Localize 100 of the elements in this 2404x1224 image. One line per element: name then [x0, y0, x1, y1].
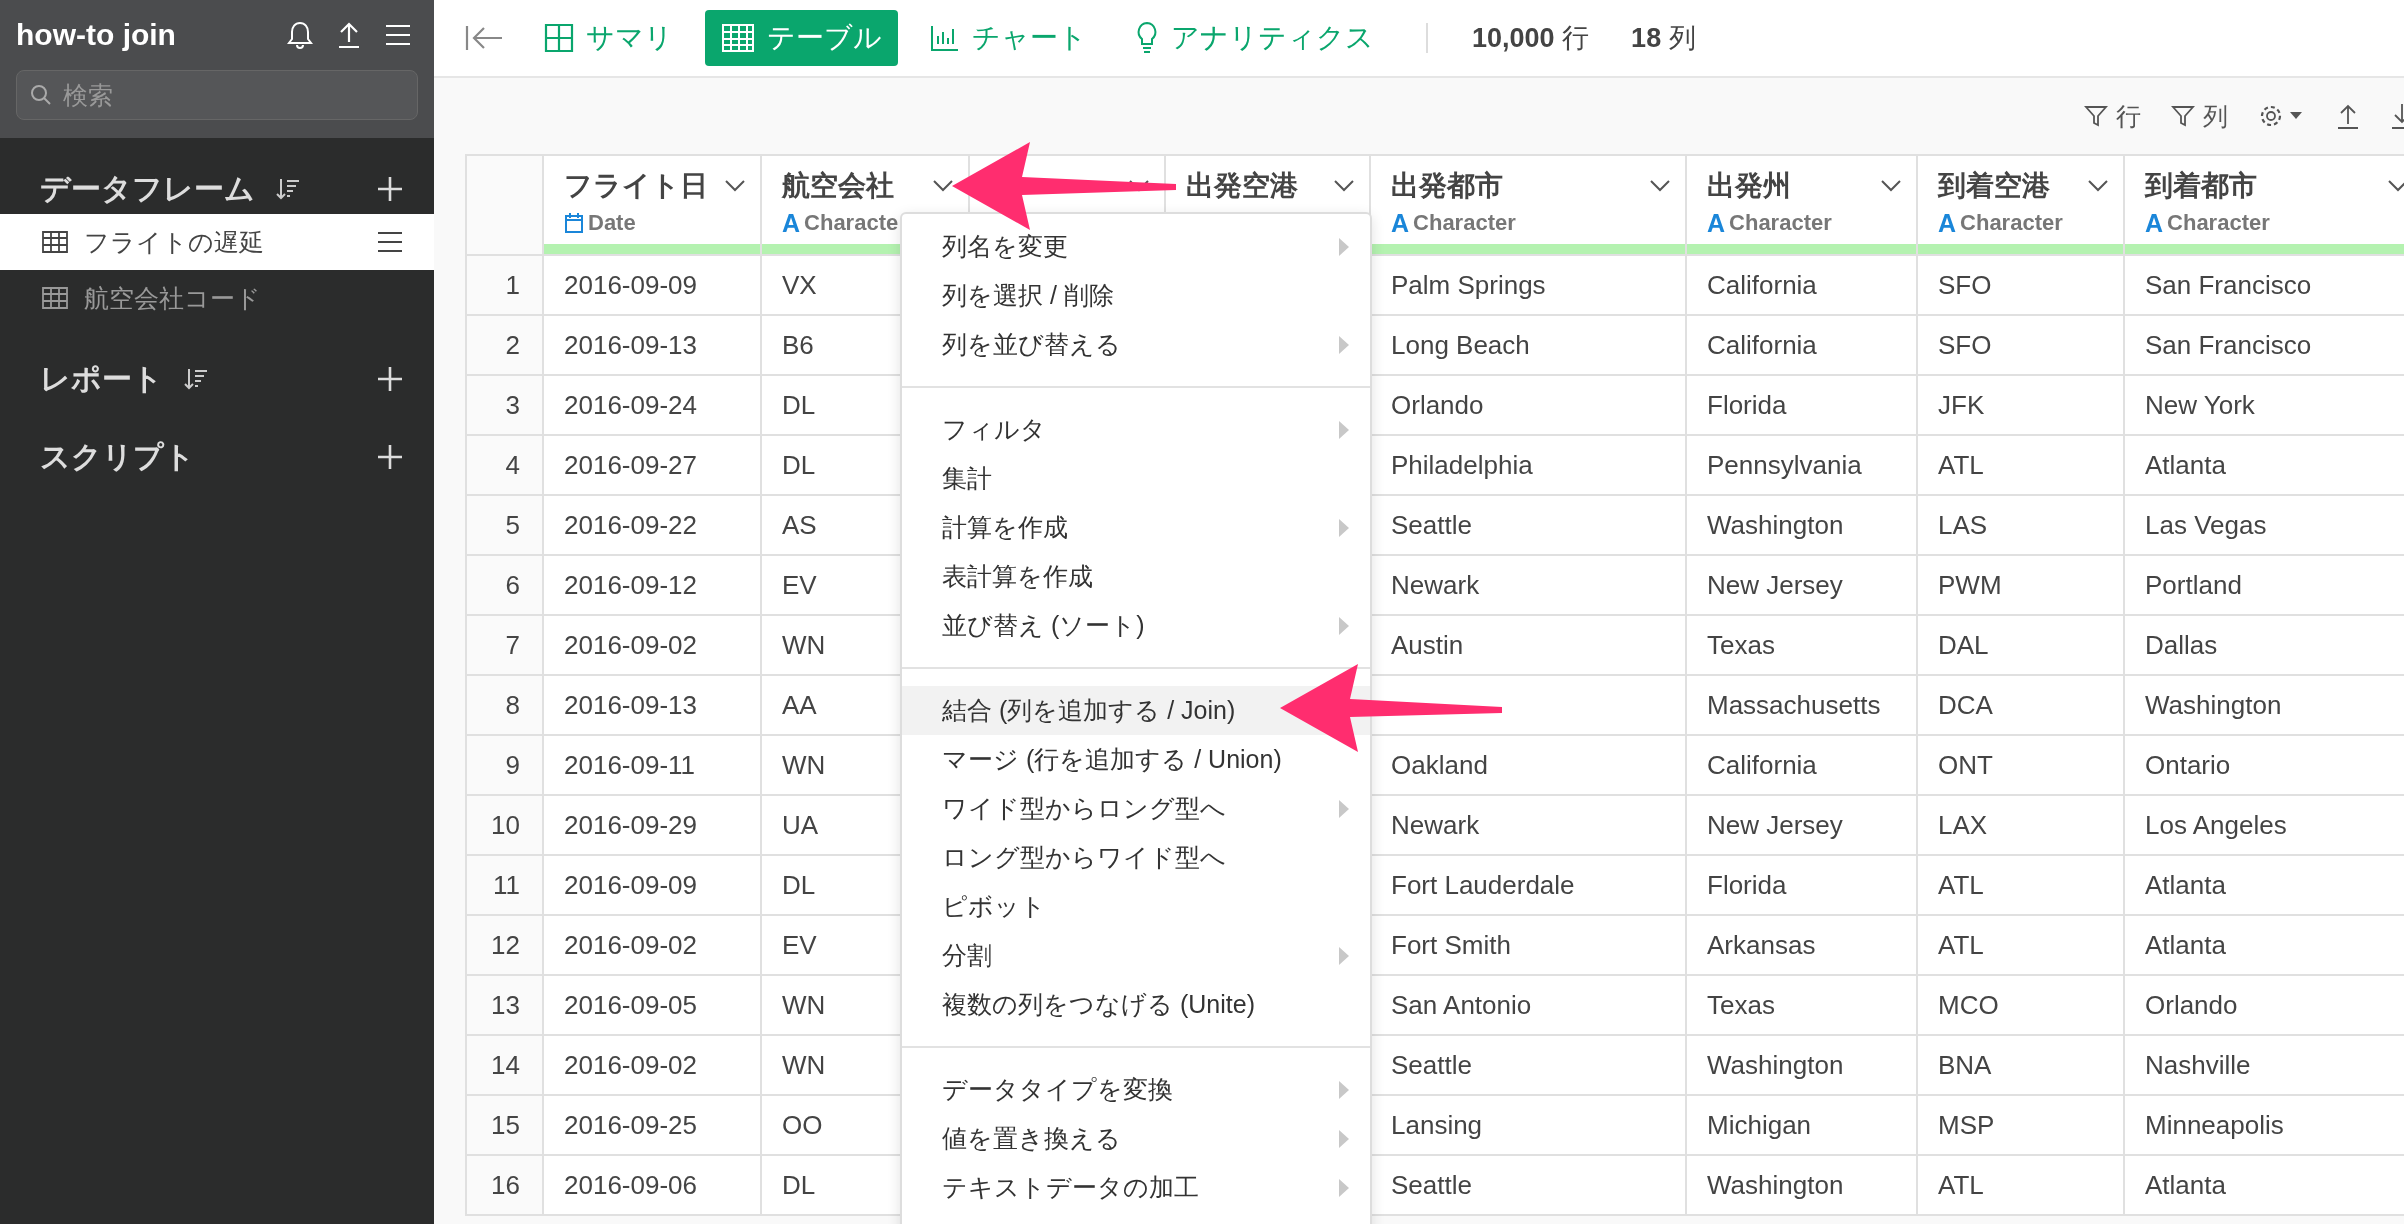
table-cell: Orlando	[1391, 389, 1484, 420]
table-cell: Washington	[1707, 509, 1844, 540]
search-icon	[30, 84, 52, 106]
count-label: 10,000 行	[1472, 22, 1590, 55]
table-cell: AA	[782, 689, 817, 720]
table-cell: DCA	[1938, 689, 1993, 720]
row-number: 11	[493, 869, 520, 900]
table-cell: California	[1707, 269, 1817, 300]
dataframe-item[interactable]: 航空会社コード	[0, 270, 434, 326]
column-type: Character	[1413, 210, 1516, 236]
table-cell: Washington	[2145, 689, 2282, 720]
table-cell: New Jersey	[1707, 809, 1843, 840]
table-cell: AS	[782, 509, 817, 540]
table-cell: Austin	[1391, 629, 1464, 660]
menu-item[interactable]: ワイド型からロング型へ	[902, 784, 1370, 833]
caret-icon[interactable]	[724, 179, 746, 193]
menu-item[interactable]: 値を置き換える	[902, 1114, 1370, 1163]
sort-icon[interactable]	[183, 366, 209, 392]
row-number: 10	[491, 809, 520, 840]
table-cell: 2016-09-27	[564, 449, 697, 480]
menu-item[interactable]: 列を並び替える	[902, 320, 1370, 369]
menu-item[interactable]: ピボット	[902, 882, 1370, 931]
caret-icon[interactable]	[2387, 179, 2404, 193]
table-cell: Newark	[1391, 569, 1480, 600]
caret-icon[interactable]	[1333, 179, 1355, 193]
table-cell: DL	[782, 389, 816, 420]
upload-icon[interactable]	[336, 20, 362, 50]
table-cell: Seattle	[1391, 509, 1472, 540]
table-cell: LAS	[1938, 509, 1988, 540]
row-number: 13	[491, 989, 520, 1020]
search-field[interactable]: 検索	[16, 70, 418, 120]
row-number: 8	[505, 689, 520, 720]
filter-icon	[2171, 104, 2195, 128]
column-header: 出発都市	[1391, 169, 1503, 203]
table-cell: Newark	[1391, 809, 1480, 840]
menu-item[interactable]: テキストデータの加工	[902, 1163, 1370, 1212]
table-cell: DL	[782, 449, 816, 480]
table-cell: Las Vegas	[2145, 509, 2267, 540]
caret-icon[interactable]	[1649, 179, 1671, 193]
menu-item[interactable]: マージ (行を追加する / Union)	[902, 735, 1370, 784]
menu-item[interactable]: 計算を作成	[902, 503, 1370, 552]
table-icon	[42, 287, 68, 309]
table-cell: Palm Springs	[1391, 269, 1546, 300]
row-number: 5	[505, 509, 520, 540]
sort-icon[interactable]	[275, 176, 301, 202]
lightbulb-icon	[1135, 21, 1159, 55]
row-number: 3	[505, 389, 520, 420]
menu-item[interactable]: 集計	[902, 454, 1370, 503]
filter-button[interactable]: 列	[2171, 99, 2228, 133]
table-cell: MSP	[1938, 1109, 1995, 1140]
table-cell: MCO	[1938, 989, 1999, 1020]
calendar-icon	[564, 212, 584, 234]
table-cell: Portland	[2145, 569, 2242, 600]
column-type: Characte	[804, 210, 899, 236]
table-cell: 2016-09-02	[564, 629, 697, 660]
table-cell: 2016-09-13	[564, 329, 697, 360]
dataframe-item[interactable]: フライトの遅延	[0, 214, 434, 270]
row-number: 15	[491, 1109, 520, 1140]
menu-item[interactable]: ロング型からワイド型へ	[902, 833, 1370, 882]
table-cell: Fort Lauderdale	[1391, 869, 1575, 900]
table-cell: WN	[782, 629, 826, 660]
caret-icon[interactable]	[1880, 179, 1902, 193]
column-type: Date	[588, 210, 636, 236]
row-number: 6	[505, 569, 520, 600]
table-cell: Oakland	[1391, 749, 1488, 780]
caret-icon[interactable]	[2087, 179, 2109, 193]
table-cell: DAL	[1938, 629, 1989, 660]
filter-button[interactable]: 行	[2084, 99, 2141, 133]
add-icon[interactable]	[376, 175, 404, 203]
menu-item[interactable]: フィルタ	[902, 405, 1370, 454]
menu-item[interactable]: 並び替え (ソート)	[902, 601, 1370, 650]
column-header: 出発州	[1707, 169, 1791, 203]
project-title: how-to join	[16, 18, 176, 52]
menu-item[interactable]: 分割	[902, 931, 1370, 980]
menu-item[interactable]: データタイプを変換	[902, 1065, 1370, 1114]
collapse-icon[interactable]	[464, 23, 504, 53]
column-header: 到着空港	[1938, 169, 2050, 203]
table-cell: Los Angeles	[2145, 809, 2287, 840]
table-cell: 2016-09-13	[564, 689, 697, 720]
caret-icon[interactable]	[932, 179, 954, 193]
menu-icon[interactable]	[376, 231, 404, 253]
table-cell: Seattle	[1391, 1049, 1472, 1080]
table-cell: Nashville	[2145, 1049, 2251, 1080]
table-cell: Washington	[1707, 1169, 1844, 1200]
row-number: 14	[491, 1049, 520, 1080]
table-cell: 2016-09-24	[564, 389, 697, 420]
table-cell: 2016-09-09	[564, 269, 697, 300]
menu-item[interactable]: 列名を変更	[902, 222, 1370, 271]
menu-item[interactable]: 列を選択 / 削除	[902, 271, 1370, 320]
add-icon[interactable]	[376, 443, 404, 471]
add-icon[interactable]	[376, 365, 404, 393]
table-cell: Atlanta	[2145, 929, 2226, 960]
upload-icon[interactable]	[2336, 102, 2360, 130]
bell-icon[interactable]	[286, 20, 314, 50]
table-cell: Atlanta	[2145, 449, 2226, 480]
table-cell: Lansing	[1391, 1109, 1483, 1140]
table-cell: VX	[782, 269, 817, 300]
menu-item[interactable]: 複数の列をつなげる (Unite)	[902, 980, 1370, 1029]
menu-item[interactable]: 表計算を作成	[902, 552, 1370, 601]
column-type: Character	[1729, 210, 1832, 236]
